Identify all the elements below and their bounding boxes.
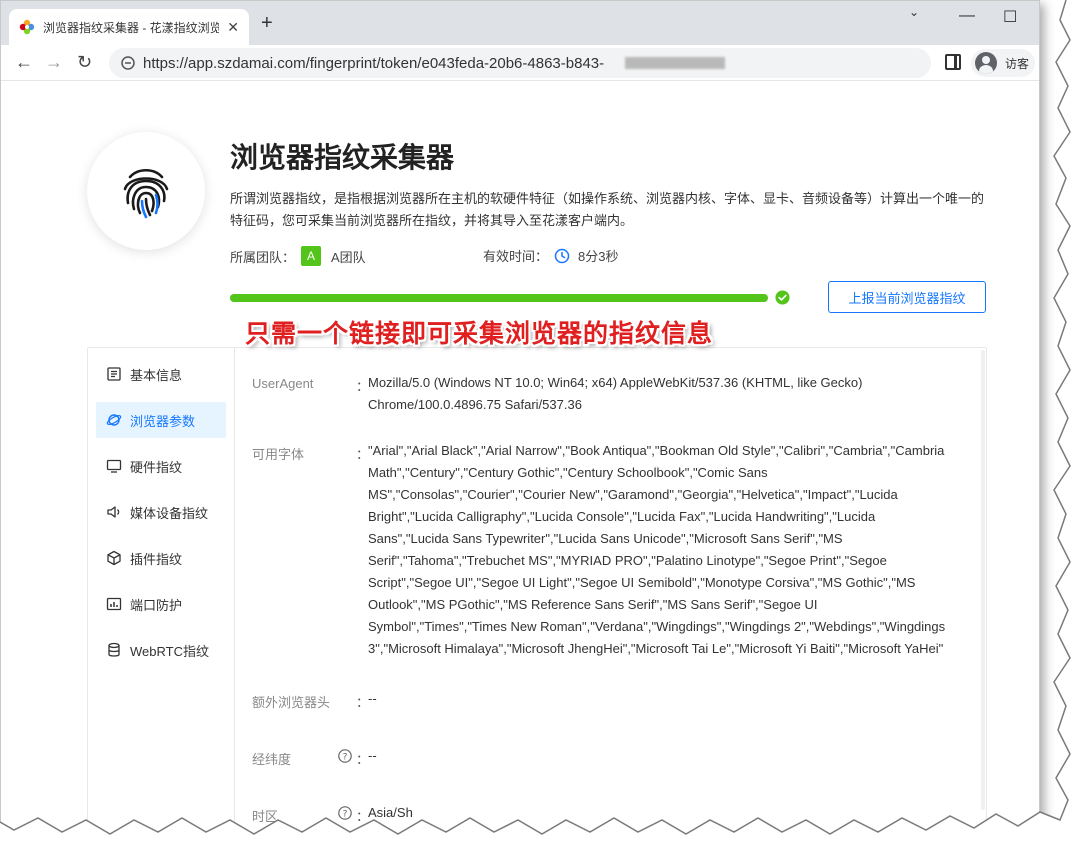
field-timezone: 时区 ? ： Asia/Sh (252, 802, 972, 825)
forward-arrow-icon[interactable]: → (45, 51, 63, 73)
field-label: 额外浏览器头 (252, 695, 331, 710)
monitor-icon (106, 459, 122, 473)
field-label: UserAgent (252, 376, 314, 391)
menu-item-label: WebRTC指纹 (130, 643, 209, 659)
extra-headers-value: -- (368, 691, 377, 706)
profile-button[interactable]: 访客 (971, 49, 1035, 77)
menu-item-port-protection[interactable]: 端口防护 (96, 586, 226, 622)
url-text[interactable]: https://app.szdamai.com/fingerprint/toke… (143, 55, 623, 72)
geo-value: -- (368, 748, 377, 763)
timezone-value: Asia/Sh (368, 805, 413, 820)
tab-title: 浏览器指纹采集器 - 花漾指纹浏览 (43, 20, 219, 35)
field-extra-headers: 额外浏览器头 ： -- (252, 688, 972, 711)
question-icon[interactable]: ? (338, 806, 352, 820)
svg-text:?: ? (343, 809, 348, 819)
field-label: 经纬度 (252, 752, 292, 767)
side-panel-icon[interactable] (945, 54, 961, 70)
fingerprint-panel: 基本信息 浏览器参数 硬件指纹 媒体设备指纹 插件指纹 端口防护 WebRTC指… (87, 347, 987, 865)
speaker-icon (107, 506, 120, 518)
team-info: 所属团队： A A团队 (230, 246, 366, 266)
flower-icon (19, 19, 35, 35)
team-name: A团队 (331, 249, 366, 265)
list-icon (107, 367, 121, 381)
tab-search-icon[interactable]: ⌄ (909, 5, 919, 19)
field-geo: 经纬度 ? ： -- (252, 745, 972, 768)
user-agent-value: Mozilla/5.0 (Windows NT 10.0; Win64; x64… (368, 375, 863, 412)
menu-item-media[interactable]: 媒体设备指纹 (96, 494, 226, 530)
team-label: 所属团队： (230, 249, 296, 265)
close-tab-icon[interactable]: ✕ (227, 19, 239, 36)
team-badge: A (301, 246, 322, 266)
field-colon: ： (356, 447, 370, 462)
field-user-agent: UserAgent ： Mozilla/5.0 (Windows NT 10.0… (252, 372, 972, 416)
check-circle-icon (775, 290, 790, 305)
menu-item-plugins[interactable]: 插件指纹 (96, 540, 226, 576)
cube-icon (107, 550, 121, 566)
title-bar: 浏览器指纹采集器 - 花漾指纹浏览 ✕ + ⌄ — ☐ (1, 1, 1039, 45)
validity-label: 有效时间： (483, 249, 549, 264)
new-tab-button[interactable]: + (261, 13, 273, 33)
report-fingerprint-button[interactable]: 上报当前浏览器指纹 (828, 281, 986, 313)
validity-value: 8分3秒 (578, 249, 619, 264)
fingerprint-logo (87, 132, 205, 250)
field-fonts: 可用字体 ： "Arial","Arial Black","Arial Narr… (252, 440, 972, 660)
fonts-value: "Arial","Arial Black","Arial Narrow","Bo… (368, 443, 946, 656)
menu-item-browser-params[interactable]: 浏览器参数 (96, 402, 226, 438)
planet-icon (106, 414, 122, 426)
menu-item-label: 插件指纹 (130, 551, 183, 567)
promo-caption: 只需一个链接即可采集浏览器的指纹信息 (245, 320, 714, 348)
browser-params-details: UserAgent ： Mozilla/5.0 (Windows NT 10.0… (252, 372, 972, 825)
menu-item-label: 硬件指纹 (130, 459, 183, 475)
back-arrow-icon[interactable]: ← (15, 51, 33, 73)
redacted-url-part (625, 57, 725, 69)
field-colon: ： (356, 809, 370, 824)
menu-item-label: 端口防护 (130, 597, 183, 613)
progress-fill (230, 294, 768, 302)
question-icon[interactable]: ? (338, 749, 352, 763)
avatar-icon (975, 52, 997, 74)
details-scrollbar[interactable] (981, 350, 985, 810)
validity-info: 有效时间： 8分3秒 (483, 246, 618, 265)
browser-tab[interactable]: 浏览器指纹采集器 - 花漾指纹浏览 ✕ (9, 9, 249, 45)
site-info-icon[interactable] (121, 56, 135, 70)
maximize-button[interactable]: ☐ (1003, 7, 1017, 27)
field-colon: ： (356, 752, 370, 767)
minimize-button[interactable]: — (959, 7, 975, 25)
browser-window: 浏览器指纹采集器 - 花漾指纹浏览 ✕ + ⌄ — ☐ ← → ↻ https:… (0, 0, 1040, 866)
fingerprint-icon (123, 168, 169, 219)
profile-label: 访客 (1005, 56, 1030, 71)
field-label: 可用字体 (252, 447, 305, 462)
side-menu: 基本信息 浏览器参数 硬件指纹 媒体设备指纹 插件指纹 端口防护 WebRTC指… (88, 348, 235, 865)
bar-chart-icon (106, 597, 122, 611)
page-title: 浏览器指纹采集器 (230, 142, 455, 173)
field-colon: ： (356, 695, 370, 710)
page-description: 所谓浏览器指纹，是指根据浏览器所在主机的软硬件特征（如操作系统、浏览器内核、字体… (230, 191, 985, 228)
clock-icon (554, 248, 570, 263)
menu-item-label: 媒体设备指纹 (130, 505, 209, 521)
page-content: 浏览器指纹采集器 所谓浏览器指纹，是指根据浏览器所在主机的软硬件特征（如操作系统… (1, 82, 1039, 865)
svg-text:?: ? (343, 752, 348, 762)
menu-item-webrtc[interactable]: WebRTC指纹 (96, 632, 226, 668)
menu-item-hardware[interactable]: 硬件指纹 (96, 448, 226, 484)
field-colon: ： (356, 379, 370, 394)
reload-icon[interactable]: ↻ (77, 51, 92, 73)
browser-toolbar: ← → ↻ https://app.szdamai.com/fingerprin… (1, 45, 1039, 81)
menu-item-label: 基本信息 (130, 367, 183, 383)
field-label: 时区 (252, 809, 279, 824)
progress-bar (230, 294, 768, 302)
menu-item-label: 浏览器参数 (130, 413, 196, 429)
address-bar[interactable]: https://app.szdamai.com/fingerprint/toke… (109, 48, 931, 78)
menu-item-basic-info[interactable]: 基本信息 (96, 356, 226, 392)
database-icon (108, 642, 120, 657)
